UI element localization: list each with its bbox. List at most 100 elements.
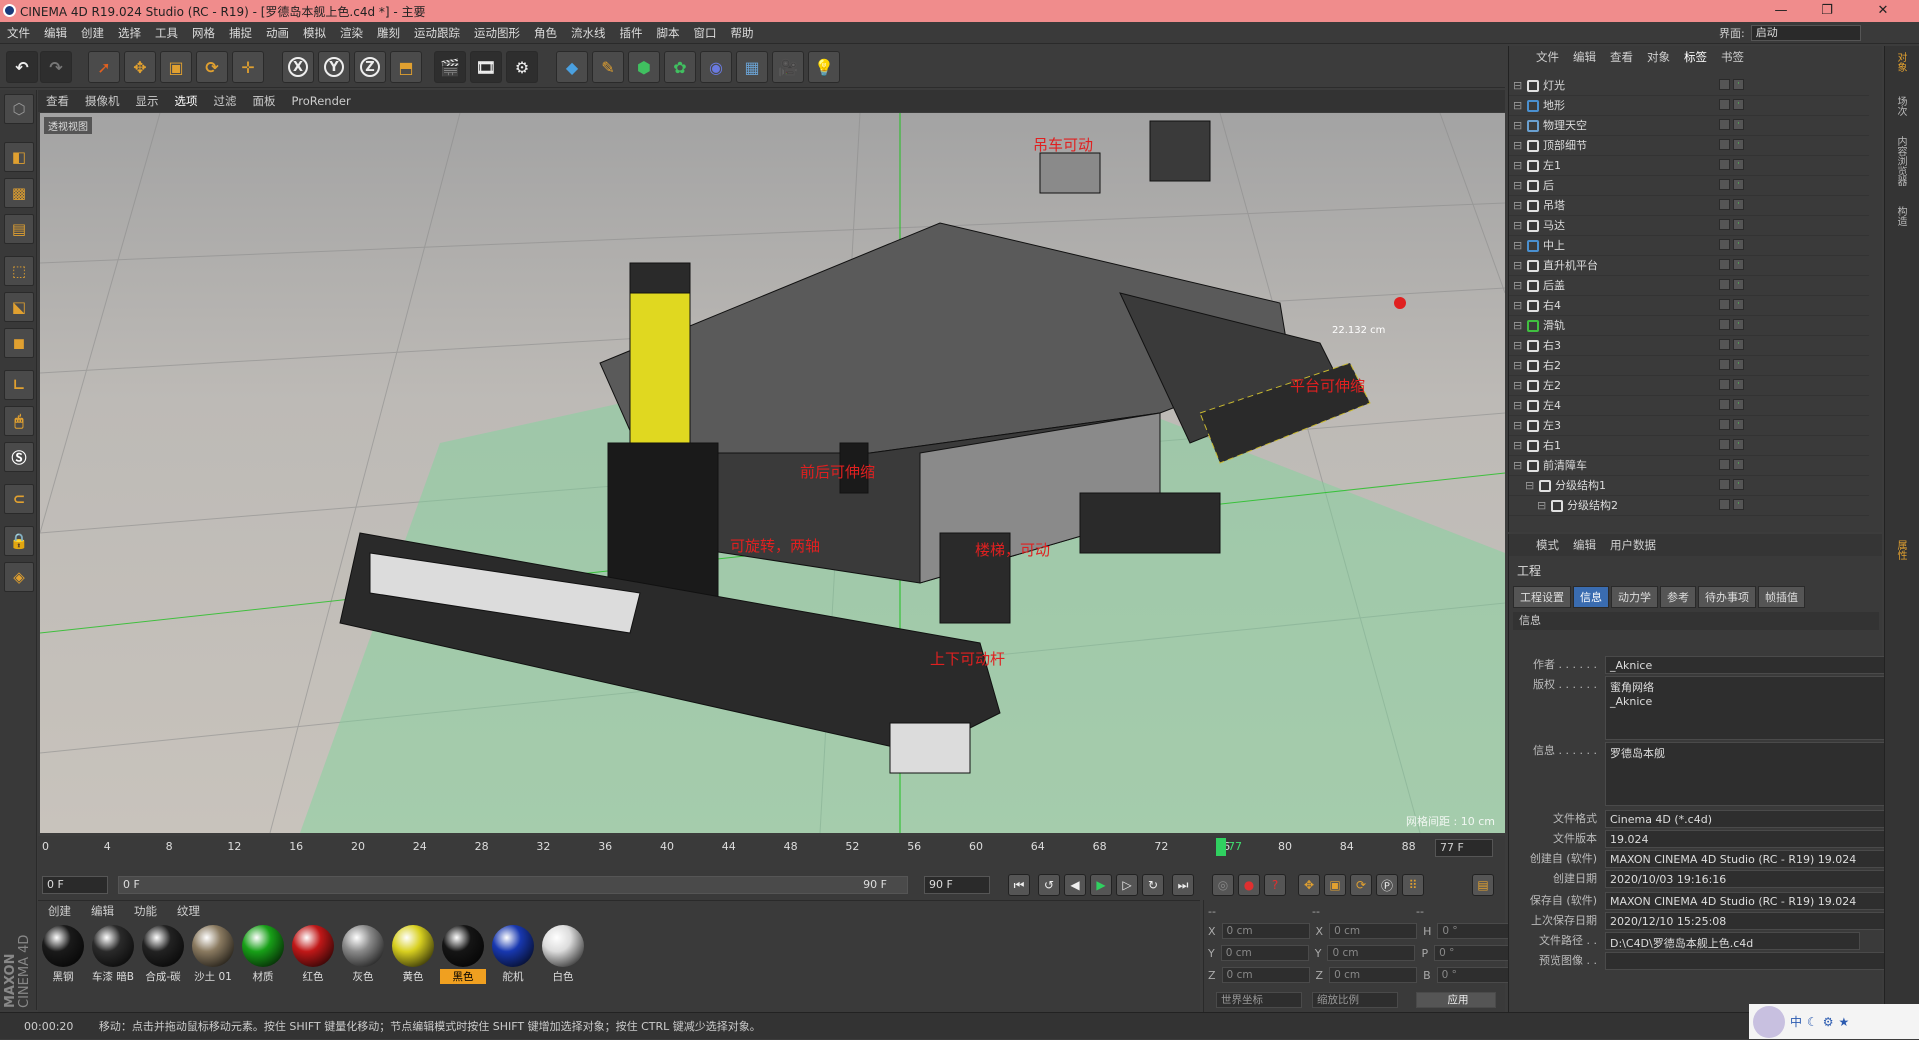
edit-visibility-icon[interactable] (1719, 499, 1730, 510)
visibility-flags[interactable]: · (1719, 399, 1744, 410)
key-rotation-icon[interactable]: ⟳ (1350, 874, 1372, 896)
expand-icon[interactable]: ⊟ (1513, 276, 1522, 296)
material-swatch[interactable]: 舵机 (490, 925, 536, 983)
object-row[interactable]: ⊟ 右2 · (1509, 356, 1869, 376)
vp-menu-cameras[interactable]: 摄像机 (77, 93, 128, 109)
array-icon[interactable]: ✿ (664, 51, 696, 83)
render-visibility-icon[interactable]: · (1733, 319, 1744, 330)
object-name[interactable]: 左2 (1543, 376, 1561, 396)
expand-icon[interactable]: ⊟ (1513, 336, 1522, 356)
mat-menu-function[interactable]: 功能 (124, 903, 167, 919)
render-visibility-icon[interactable]: · (1733, 239, 1744, 250)
vp-menu-panel[interactable]: 面板 (245, 93, 284, 109)
menu-render[interactable]: 渲染 (333, 22, 370, 44)
render-visibility-icon[interactable]: · (1733, 419, 1744, 430)
render-visibility-icon[interactable]: · (1733, 459, 1744, 470)
y-axis-lock-icon[interactable]: Y (318, 51, 350, 83)
edit-visibility-icon[interactable] (1719, 419, 1730, 430)
material-swatch[interactable]: 车漆 暗B (90, 925, 136, 983)
object-name[interactable]: 滑轨 (1543, 316, 1565, 336)
end-frame-field[interactable]: 90 F (924, 876, 990, 894)
expand-icon[interactable]: ⊟ (1513, 416, 1522, 436)
obj-menu-view[interactable]: 查看 (1603, 49, 1640, 65)
star-icon[interactable]: ★ (1839, 1015, 1850, 1029)
next-frame-icon[interactable]: ▷ (1116, 874, 1138, 896)
cube-object-icon[interactable]: ◆ (556, 51, 588, 83)
current-frame-field[interactable]: 77 F (1435, 839, 1493, 857)
expand-icon[interactable]: ⊟ (1513, 216, 1522, 236)
timeline-ruler[interactable]: 0481216202428323640444852566064687276808… (38, 836, 1505, 870)
menu-script[interactable]: 脚本 (650, 22, 687, 44)
expand-icon[interactable]: ⊟ (1513, 156, 1522, 176)
edit-visibility-icon[interactable] (1719, 259, 1730, 270)
apply-button[interactable]: 应用 (1416, 992, 1496, 1008)
render-visibility-icon[interactable]: · (1733, 139, 1744, 150)
mat-menu-texture[interactable]: 纹理 (167, 903, 210, 919)
object-name[interactable]: 物理天空 (1543, 116, 1587, 136)
workplane-mode-icon[interactable]: ▤ (4, 214, 34, 244)
polygons-mode-icon[interactable]: ◼ (4, 328, 34, 358)
object-row[interactable]: ⊟ 右1 · (1509, 436, 1869, 456)
expand-icon[interactable]: ⊟ (1513, 356, 1522, 376)
render-visibility-icon[interactable]: · (1733, 179, 1744, 190)
attr-field-value[interactable]: MAXON CINEMA 4D Studio (RC - R19) 19.024… (1605, 850, 1891, 868)
attr-field-value[interactable]: 蜜角网络 _Aknice (1605, 676, 1891, 740)
object-name[interactable]: 后 (1543, 176, 1554, 196)
edit-visibility-icon[interactable] (1719, 439, 1730, 450)
expand-icon[interactable]: ⊟ (1513, 296, 1522, 316)
attr-field-value[interactable]: D:\C4D\罗德岛本舰上色.c4d (1605, 932, 1860, 950)
timeline-window-icon[interactable]: ▤ (1472, 874, 1494, 896)
attr-menu-edit[interactable]: 编辑 (1566, 537, 1603, 553)
visibility-flags[interactable]: · (1719, 259, 1744, 270)
edit-visibility-icon[interactable] (1719, 199, 1730, 210)
playhead[interactable] (1216, 838, 1226, 856)
undo-icon[interactable]: ↶ (6, 51, 38, 83)
obj-menu-file[interactable]: 文件 (1529, 49, 1566, 65)
visibility-flags[interactable]: · (1719, 239, 1744, 250)
render-visibility-icon[interactable]: · (1733, 219, 1744, 230)
material-swatch[interactable]: 白色 (540, 925, 586, 983)
key-position-icon[interactable]: ✥ (1298, 874, 1320, 896)
expand-icon[interactable]: ⊟ (1513, 236, 1522, 256)
object-row[interactable]: ⊟ 物理天空 · (1509, 116, 1869, 136)
vp-menu-view[interactable]: 查看 (38, 93, 77, 109)
attr-field-value[interactable]: MAXON CINEMA 4D Studio (RC - R19) 19.024… (1605, 892, 1891, 910)
object-name[interactable]: 吊塔 (1543, 196, 1565, 216)
menu-simulate[interactable]: 模拟 (296, 22, 333, 44)
edit-visibility-icon[interactable] (1719, 399, 1730, 410)
rotate-tool-icon[interactable]: ⟳ (196, 51, 228, 83)
obj-menu-tags[interactable]: 标签 (1677, 49, 1714, 65)
keyframe-selection-icon[interactable]: ? (1264, 874, 1286, 896)
expand-icon[interactable]: ⊟ (1513, 76, 1522, 96)
menu-file[interactable]: 文件 (0, 22, 37, 44)
object-row[interactable]: ⊟ 吊塔 · (1509, 196, 1869, 216)
object-name[interactable]: 分级结构1 (1555, 476, 1606, 496)
render-visibility-icon[interactable]: · (1733, 199, 1744, 210)
expand-icon[interactable]: ⊟ (1513, 96, 1522, 116)
coordinate-system-icon[interactable]: ⬒ (390, 51, 422, 83)
edges-mode-icon[interactable]: ⬕ (4, 292, 34, 322)
object-name[interactable]: 左4 (1543, 396, 1561, 416)
menu-pipeline[interactable]: 流水线 (564, 22, 613, 44)
expand-icon[interactable]: ⊟ (1513, 316, 1522, 336)
magnet-icon[interactable]: ⊂ (4, 484, 34, 514)
material-swatch[interactable]: 合成-碳 (140, 925, 186, 983)
menu-animate[interactable]: 动画 (259, 22, 296, 44)
render-visibility-icon[interactable]: · (1733, 399, 1744, 410)
render-visibility-icon[interactable]: · (1733, 259, 1744, 270)
world-coordinates-dropdown[interactable]: 世界坐标 (1216, 992, 1302, 1008)
render-to-picture-viewer-icon[interactable]: 🎞 (470, 51, 502, 83)
recent-tool-icon[interactable]: ✛ (232, 51, 264, 83)
strip-tab-attributes[interactable]: 属性 (1893, 540, 1908, 560)
render-visibility-icon[interactable]: · (1733, 99, 1744, 110)
object-name[interactable]: 灯光 (1543, 76, 1565, 96)
object-row[interactable]: ⊟ 左3 · (1509, 416, 1869, 436)
object-name[interactable]: 右4 (1543, 296, 1561, 316)
expand-icon[interactable]: ⊟ (1513, 256, 1522, 276)
key-pla-icon[interactable]: ⠿ (1402, 874, 1424, 896)
render-visibility-icon[interactable]: · (1733, 119, 1744, 130)
attr-field-value[interactable]: 19.024 (1605, 830, 1891, 848)
edit-visibility-icon[interactable] (1719, 139, 1730, 150)
moon-icon[interactable]: ☾ (1807, 1015, 1818, 1029)
object-row[interactable]: ⊟ 右4 · (1509, 296, 1869, 316)
